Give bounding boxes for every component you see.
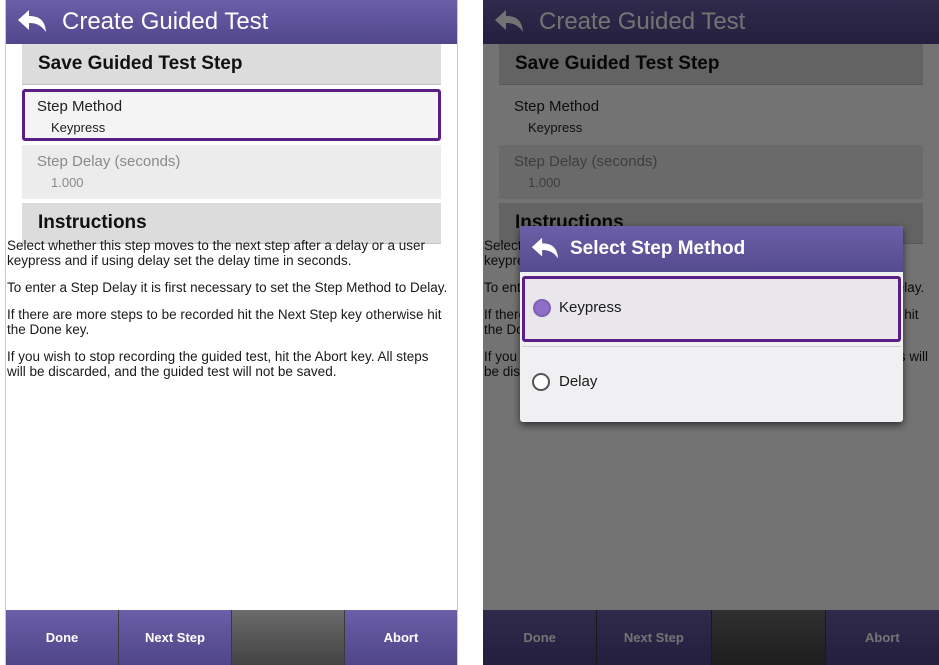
page-title: Create Guided Test [62,8,269,35]
option-label: Keypress [559,299,622,316]
option-label: Delay [559,373,598,390]
instruction-paragraph: If there are more steps to be recorded h… [7,307,442,337]
form-content: Save Guided Test Step Step Method Keypre… [22,44,441,244]
radio-selected-icon[interactable] [533,299,551,317]
empty-softkey [232,610,345,665]
done-button[interactable]: Done [6,610,119,665]
section-header-save-step: Save Guided Test Step [22,44,441,85]
screen-save-step: Create Guided Test Save Guided Test Step… [5,0,458,665]
instruction-paragraph: If you wish to stop recording the guided… [7,349,429,379]
title-bar: Create Guided Test [6,0,457,44]
back-arrow-icon[interactable] [528,234,560,264]
select-step-method-dialog: Select Step Method Keypress Delay [520,226,903,422]
step-delay-value: 1.000 [51,175,84,190]
bottom-toolbar: Done Next Step Abort [6,610,457,665]
instruction-paragraph: To enter a Step Delay it is first necess… [7,280,448,295]
radio-unselected-icon[interactable] [532,373,550,391]
divider [522,346,901,347]
step-method-value: Keypress [51,120,106,135]
step-method-field[interactable]: Step Method Keypress [22,89,441,141]
abort-button[interactable]: Abort [345,610,457,665]
screen-select-method-dialog: Create Guided Test Save Guided Test Step… [483,0,939,665]
instruction-paragraph: Select whether this step moves to the ne… [7,238,425,268]
step-method-label: Step Method [37,98,123,115]
dialog-title: Select Step Method [570,238,746,259]
instructions-text: Select whether this step moves to the ne… [7,238,449,391]
back-arrow-icon[interactable] [14,6,48,38]
dialog-title-bar: Select Step Method [520,226,903,272]
next-step-button[interactable]: Next Step [119,610,232,665]
step-delay-field: Step Delay (seconds) 1.000 [22,145,441,199]
option-keypress[interactable]: Keypress [522,276,901,342]
step-delay-label: Step Delay (seconds) [37,153,181,170]
option-delay[interactable]: Delay [522,350,901,416]
